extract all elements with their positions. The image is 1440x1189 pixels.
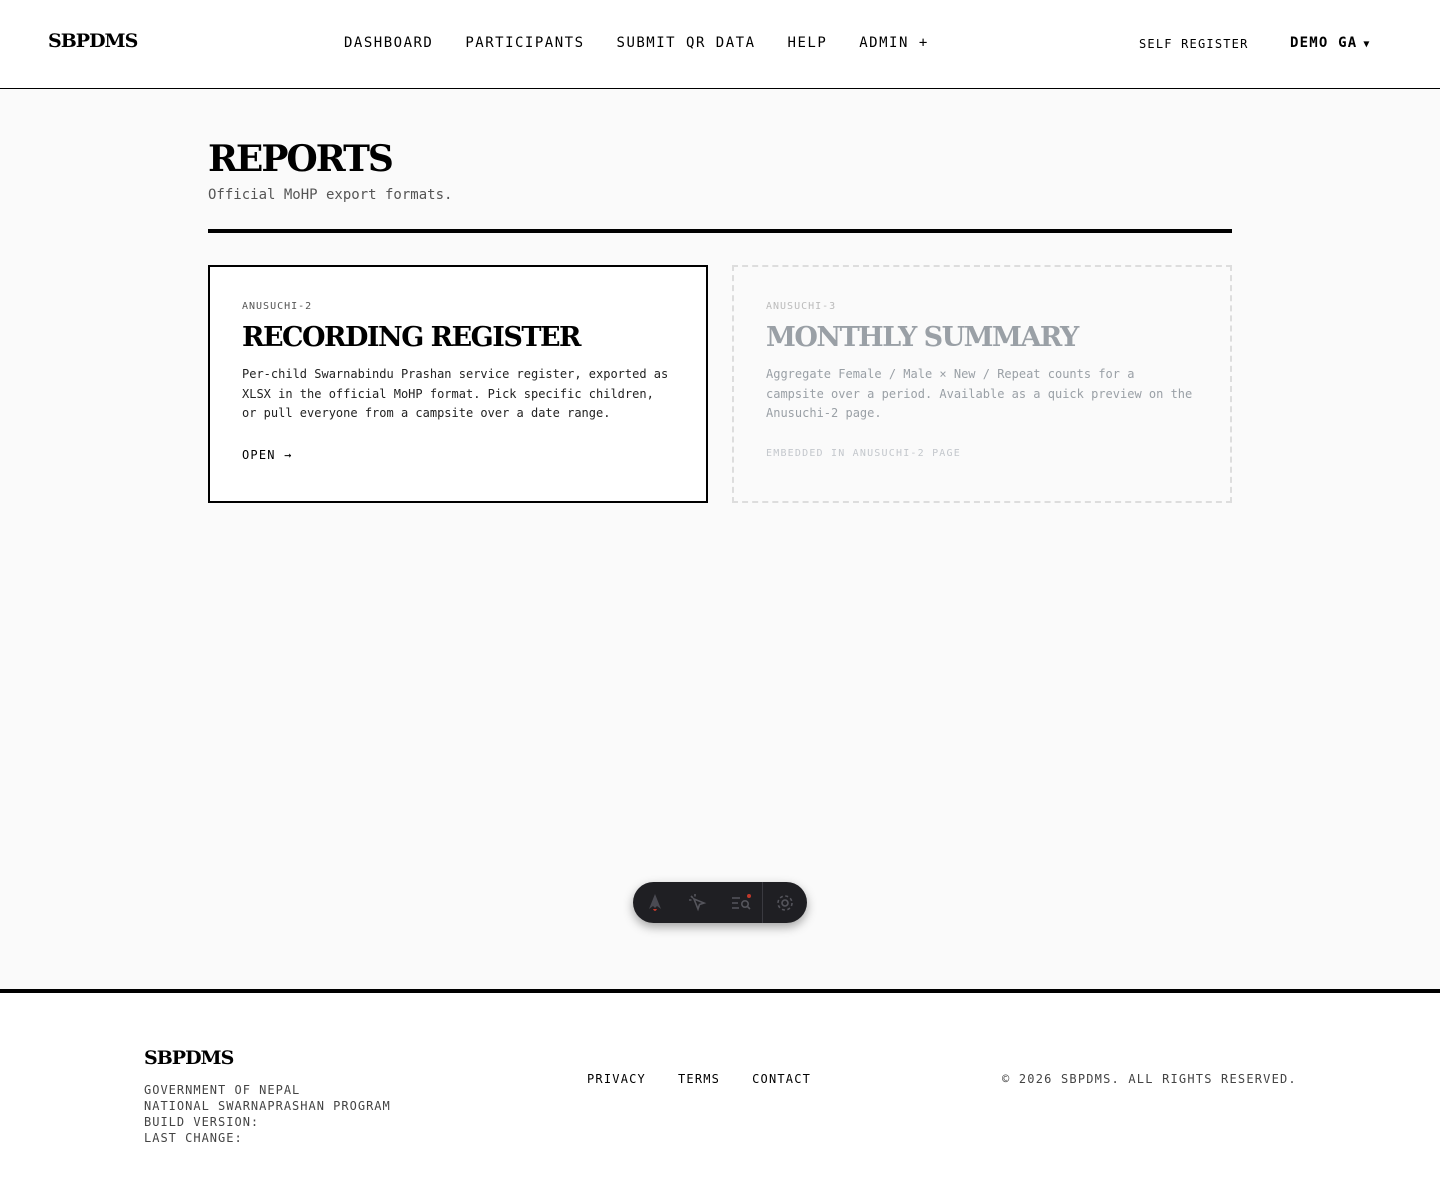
footer-org: GOVERNMENT OF NEPAL — [144, 1083, 301, 1097]
settings-gear-icon[interactable] — [763, 882, 806, 923]
user-name: DEMO GA — [1290, 35, 1358, 51]
footer-info: GOVERNMENT OF NEPAL NATIONAL SWARNAPRASH… — [144, 1082, 391, 1146]
card-tag: ANUSUCHI-3 — [766, 301, 837, 312]
report-card-recording-register[interactable]: ANUSUCHI-2 RECORDING REGISTER Per-child … — [208, 265, 708, 503]
title-divider — [208, 229, 1232, 233]
card-title: MONTHLY SUMMARY — [766, 322, 1079, 353]
nav-dashboard[interactable]: DASHBOARD — [344, 35, 433, 51]
open-report-link[interactable]: OPEN → — [242, 448, 674, 462]
nav-participants[interactable]: PARTICIPANTS — [465, 35, 584, 51]
main-nav: DASHBOARD PARTICIPANTS SUBMIT QR DATA HE… — [344, 35, 929, 51]
page-subtitle: Official MoHP export formats. — [208, 187, 453, 203]
footer-links: PRIVACY TERMS CONTACT — [587, 1072, 843, 1086]
astro-logo-icon[interactable] — [633, 882, 676, 923]
top-header: SBPDMS DASHBOARD PARTICIPANTS SUBMIT QR … — [0, 0, 1440, 89]
page-title: REPORTS — [208, 138, 394, 180]
footer-logo: SBPDMS — [144, 1047, 234, 1069]
embedded-note: EMBEDDED IN ANUSUCHI-2 PAGE — [766, 447, 961, 459]
footer-program: NATIONAL SWARNAPRASHAN PROGRAM — [144, 1099, 391, 1113]
card-description: Aggregate Female / Male × New / Repeat c… — [766, 367, 1193, 420]
nav-submit-qr-data[interactable]: SUBMIT QR DATA — [617, 35, 756, 51]
audit-list-icon[interactable] — [719, 882, 762, 923]
self-register-link[interactable]: SELF REGISTER — [1139, 37, 1249, 51]
card-description: Per-child Swarnabindu Prashan service re… — [242, 367, 669, 420]
user-menu[interactable]: DEMO GA ▼ — [1290, 35, 1371, 51]
footer-link-contact[interactable]: CONTACT — [752, 1072, 811, 1086]
dev-toolbar — [633, 882, 807, 923]
footer-build-version: BUILD VERSION: — [144, 1115, 260, 1129]
site-footer: SBPDMS GOVERNMENT OF NEPAL NATIONAL SWAR… — [0, 989, 1440, 1189]
site-logo[interactable]: SBPDMS — [48, 30, 138, 52]
footer-link-privacy[interactable]: PRIVACY — [587, 1072, 646, 1086]
caret-down-icon: ▼ — [1363, 39, 1371, 50]
report-card-monthly-summary: ANUSUCHI-3 MONTHLY SUMMARY Aggregate Fem… — [732, 265, 1232, 503]
footer-last-change: LAST CHANGE: — [144, 1131, 243, 1145]
nav-admin[interactable]: ADMIN + — [859, 35, 929, 51]
card-title: RECORDING REGISTER — [242, 322, 581, 353]
card-tag: ANUSUCHI-2 — [242, 301, 313, 312]
cursor-select-icon[interactable] — [676, 882, 719, 923]
footer-copyright: © 2026 SBPDMS. ALL RIGHTS RESERVED. — [1002, 1072, 1297, 1086]
footer-link-terms[interactable]: TERMS — [678, 1072, 720, 1086]
nav-help[interactable]: HELP — [788, 35, 828, 51]
